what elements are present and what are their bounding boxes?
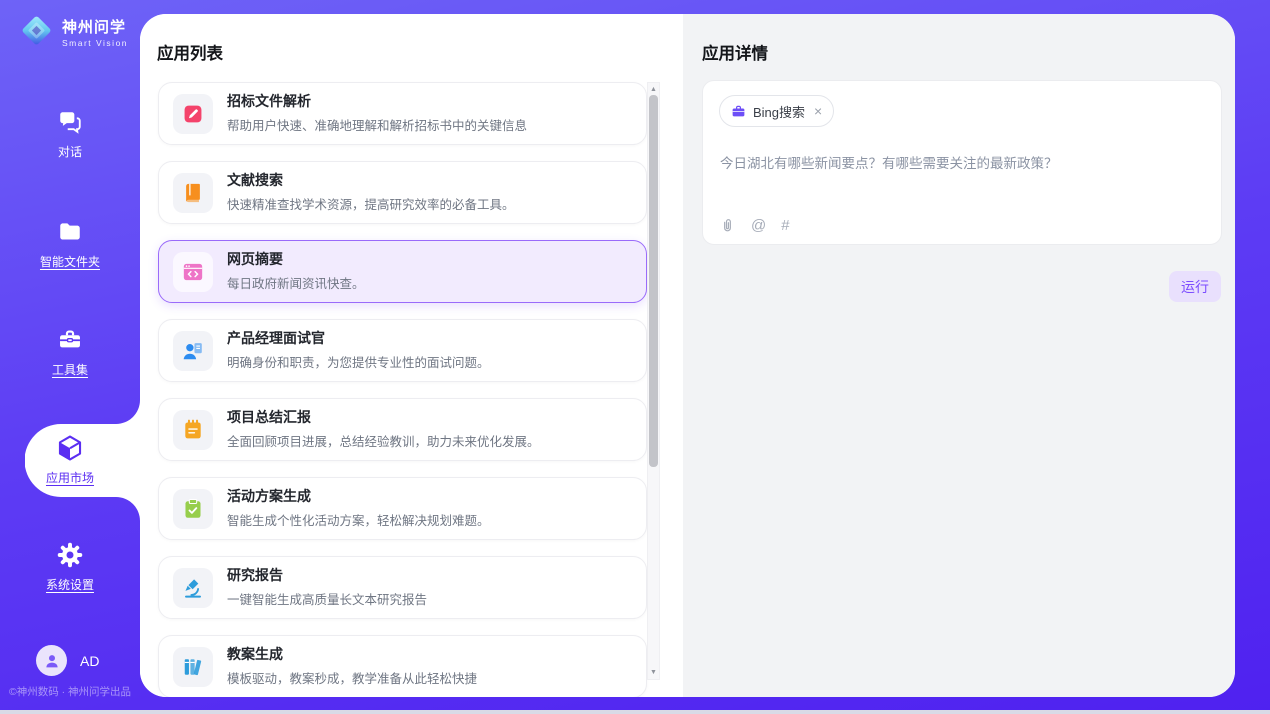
brand-subtitle: Smart Vision <box>62 38 128 48</box>
app-title: 教案生成 <box>227 646 477 663</box>
sidebar-item-label: 系统设置 <box>46 576 94 593</box>
app-title: 招标文件解析 <box>227 93 527 110</box>
hash-icon[interactable]: # <box>781 217 789 234</box>
app-detail-title: 应用详情 <box>702 40 768 64</box>
app-card-bid-document-parse[interactable]: 招标文件解析 帮助用户快速、准确地理解和解析招标书中的关键信息 <box>158 82 647 145</box>
app-desc: 快速精准查找学术资源，提高研究效率的必备工具。 <box>227 194 515 213</box>
chip-close-icon[interactable]: × <box>814 104 822 118</box>
app-desc: 帮助用户快速、准确地理解和解析招标书中的关键信息 <box>227 115 527 134</box>
bottom-strip <box>0 710 1270 714</box>
notepad-icon <box>173 410 213 450</box>
app-desc: 模板驱动，教案秒成，教学准备从此轻松快捷 <box>227 668 477 687</box>
folder-icon <box>57 218 83 246</box>
app-title: 研究报告 <box>227 567 427 584</box>
tool-chip[interactable]: Bing搜索 × <box>719 95 834 127</box>
cube-icon <box>56 434 84 462</box>
scroll-down-icon[interactable]: ▼ <box>648 669 659 676</box>
sidebar-item-app-market[interactable]: 应用市场 <box>25 434 115 486</box>
research-icon <box>173 568 213 608</box>
run-button[interactable]: 运行 <box>1169 271 1221 302</box>
sidebar-item-label: 工具集 <box>52 361 88 378</box>
scrollbar[interactable]: ▲ ▼ <box>647 82 660 680</box>
web-code-icon <box>173 252 213 292</box>
briefcase-icon <box>731 104 746 119</box>
book-icon <box>173 173 213 213</box>
sidebar-footer: ©神州数码 · 神州问学出品 <box>0 684 140 699</box>
app-card-lesson-plan[interactable]: 教案生成 模板驱动，教案秒成，教学准备从此轻松快捷 <box>158 635 647 697</box>
app-card-web-summary[interactable]: 网页摘要 每日政府新闻资讯快查。 <box>158 240 647 303</box>
app-desc: 全面回顾项目进展，总结经验教训，助力未来优化发展。 <box>227 431 540 450</box>
books-icon <box>173 647 213 687</box>
sidebar-item-label: 智能文件夹 <box>40 253 100 270</box>
app-title: 活动方案生成 <box>227 488 490 505</box>
doc-edit-icon <box>173 94 213 134</box>
app-card-event-plan[interactable]: 活动方案生成 智能生成个性化活动方案，轻松解决规划难题。 <box>158 477 647 540</box>
query-text[interactable]: 今日湖北有哪些新闻要点？有哪些需要关注的最新政策？ <box>720 152 1205 172</box>
sidebar-item-toolset[interactable]: 工具集 <box>0 326 140 378</box>
app-list-panel: 应用列表 招标文件解析 帮助用户快速、准确地理解和解析招标书中的关键信息 文献搜… <box>140 14 683 697</box>
app-title: 网页摘要 <box>227 251 365 268</box>
sidebar-item-chat[interactable]: 对话 <box>0 108 140 160</box>
chat-icon <box>57 108 83 136</box>
sidebar-item-label: 对话 <box>58 143 82 160</box>
mention-icon[interactable]: @ <box>751 217 766 234</box>
app-card-literature-search[interactable]: 文献搜索 快速精准查找学术资源，提高研究效率的必备工具。 <box>158 161 647 224</box>
app-card-pm-interviewer[interactable]: 产品经理面试官 明确身份和职责，为您提供专业性的面试问题。 <box>158 319 647 382</box>
user-name: AD <box>80 653 99 669</box>
toolbox-icon <box>57 326 83 354</box>
sidebar-item-label: 应用市场 <box>46 469 94 486</box>
prompt-card: Bing搜索 × 今日湖北有哪些新闻要点？有哪些需要关注的最新政策？ @ # <box>702 80 1222 245</box>
app-title: 项目总结汇报 <box>227 409 540 426</box>
scrollbar-thumb[interactable] <box>649 95 658 467</box>
interviewer-icon <box>173 331 213 371</box>
app-desc: 一键智能生成高质量长文本研究报告 <box>227 589 427 608</box>
brand-name: 神州问学 <box>62 19 128 37</box>
clipboard-check-icon <box>173 489 213 529</box>
content-area: 应用列表 招标文件解析 帮助用户快速、准确地理解和解析招标书中的关键信息 文献搜… <box>140 14 1235 697</box>
sidebar-item-settings[interactable]: 系统设置 <box>0 541 140 593</box>
app-detail-panel: 应用详情 Bing搜索 × 今日湖北有哪些新闻要点？有哪些需要关注的最新政策？ <box>683 14 1235 697</box>
paperclip-icon[interactable] <box>719 217 736 234</box>
scroll-up-icon[interactable]: ▲ <box>648 86 659 93</box>
attachment-toolbar: @ # <box>719 217 790 234</box>
brand-logo: 神州问学 Smart Vision <box>18 12 128 54</box>
sidebar-item-smart-folders[interactable]: 智能文件夹 <box>0 218 140 270</box>
app-title: 文献搜索 <box>227 172 515 189</box>
app-list: 招标文件解析 帮助用户快速、准确地理解和解析招标书中的关键信息 文献搜索 快速精… <box>158 82 647 697</box>
avatar <box>36 645 67 676</box>
app-desc: 智能生成个性化活动方案，轻松解决规划难题。 <box>227 510 490 529</box>
brand-logo-icon <box>18 12 55 54</box>
app-card-project-summary[interactable]: 项目总结汇报 全面回顾项目进展，总结经验教训，助力未来优化发展。 <box>158 398 647 461</box>
sidebar: 神州问学 Smart Vision 对话 智能文件夹 工具集 应用市场 系统设置 <box>0 0 140 710</box>
tool-chip-label: Bing搜索 <box>753 102 805 121</box>
user-account[interactable]: AD <box>36 645 99 676</box>
app-window: 神州问学 Smart Vision 对话 智能文件夹 工具集 应用市场 系统设置 <box>0 0 1270 714</box>
gear-icon <box>56 541 84 569</box>
app-card-research-report[interactable]: 研究报告 一键智能生成高质量长文本研究报告 <box>158 556 647 619</box>
app-title: 产品经理面试官 <box>227 330 490 347</box>
app-desc: 每日政府新闻资讯快查。 <box>227 273 365 292</box>
app-list-title: 应用列表 <box>157 40 223 64</box>
app-desc: 明确身份和职责，为您提供专业性的面试问题。 <box>227 352 490 371</box>
